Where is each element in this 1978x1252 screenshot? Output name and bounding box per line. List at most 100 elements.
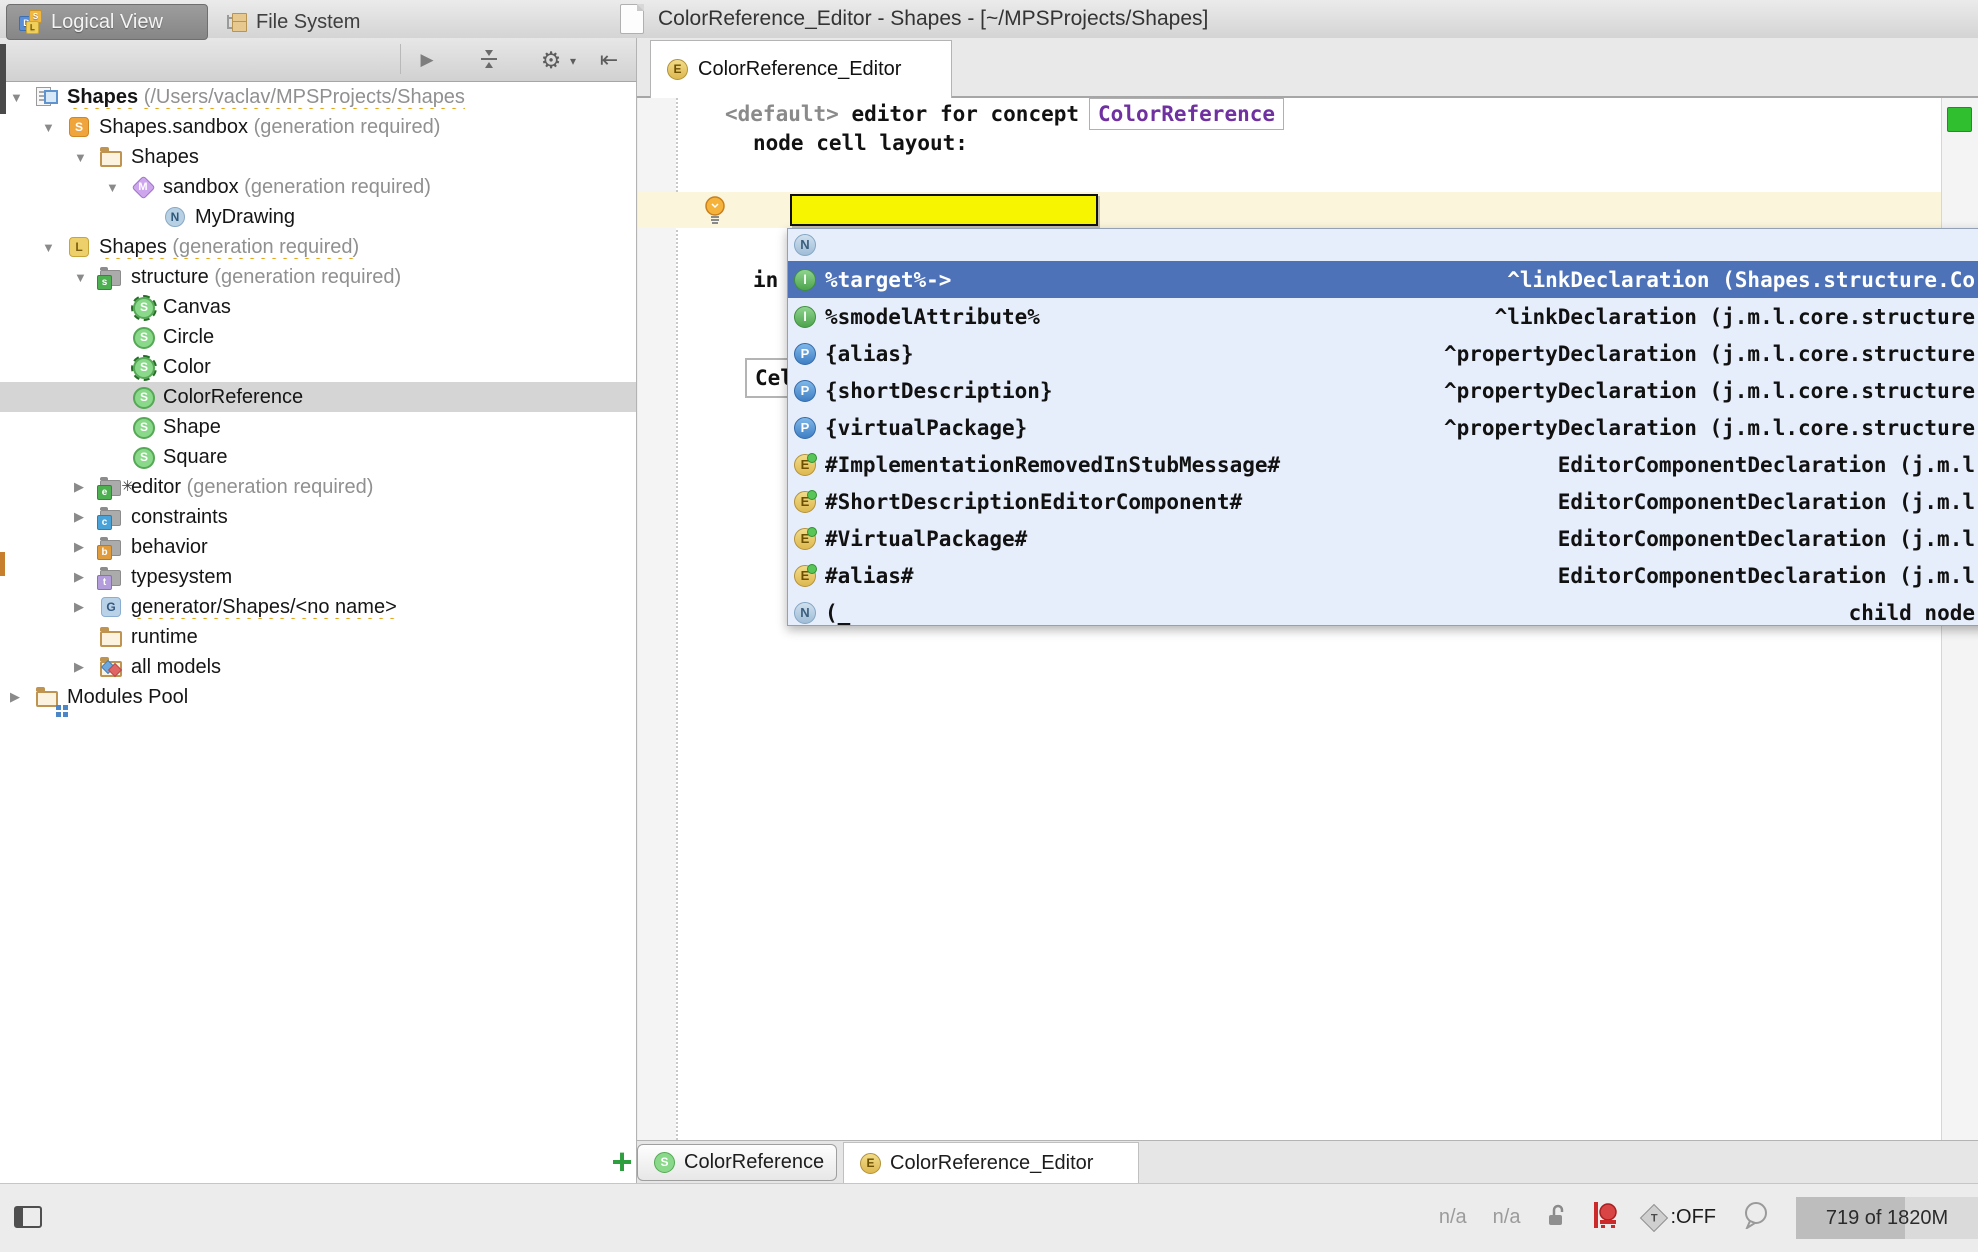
concept-ringed-icon: S — [132, 296, 154, 318]
completion-item[interactable]: E#ShortDescriptionEditorComponent#Editor… — [788, 483, 1978, 520]
completion-item-label: (_ — [825, 601, 850, 625]
completion-item-type: ^propertyDeclaration (j.m.l.core.structu… — [1444, 416, 1975, 440]
tree-row-label: sandbox — [163, 176, 239, 198]
folder-models-icon — [100, 656, 122, 678]
tree-row[interactable]: ▶ Modules Pool — [0, 682, 636, 712]
tree-row-text: Color — [163, 356, 211, 379]
collapse-all-icon[interactable] — [478, 48, 500, 75]
tree-row-label: Shapes — [131, 146, 199, 168]
status-position-na: n/a — [1439, 1206, 1467, 1229]
tree-expand-arrow[interactable]: ▶ — [72, 479, 100, 495]
tree-row[interactable]: SColorReference — [0, 382, 636, 412]
tree-row[interactable]: ▶ttypesystem — [0, 562, 636, 592]
logical-view-icon: D S L — [19, 10, 43, 34]
tree-row-text: all models — [131, 656, 221, 679]
tree-row[interactable]: SColor — [0, 352, 636, 382]
hector-inspections-icon[interactable] — [1592, 1200, 1618, 1235]
tree-expand-arrow[interactable]: ▶ — [72, 659, 100, 675]
tree-row[interactable]: ▶Ggenerator/Shapes/<no name> — [0, 592, 636, 622]
completion-item[interactable]: E#VirtualPackage#EditorComponentDeclarat… — [788, 520, 1978, 557]
completion-item[interactable]: l%smodelAttribute%^linkDeclaration (j.m.… — [788, 298, 1978, 335]
t-diamond-icon: T — [1640, 1203, 1668, 1231]
tree-row-text: structure (generation required) — [131, 266, 401, 289]
gear-dropdown-icon[interactable]: ▾ — [566, 44, 580, 78]
completion-item[interactable]: E#ImplementationRemovedInStubMessage#Edi… — [788, 446, 1978, 483]
memory-indicator[interactable]: 719 of 1820M — [1796, 1197, 1978, 1239]
completion-item[interactable]: P{alias}^propertyDeclaration (j.m.l.core… — [788, 335, 1978, 372]
completion-item[interactable]: N(_child node — [788, 594, 1978, 626]
completion-item[interactable]: N — [788, 229, 1978, 261]
tree-row[interactable]: SCircle — [0, 322, 636, 352]
tree-row[interactable]: ▼s structure (generation required) — [0, 262, 636, 292]
tree-row[interactable]: ▼Msandbox (generation required) — [0, 172, 636, 202]
tree-expand-arrow[interactable]: ▼ — [8, 90, 36, 105]
completion-item[interactable]: P{shortDescription}^propertyDeclaration … — [788, 372, 1978, 409]
tree-row-text: sandbox (generation required) — [163, 176, 431, 199]
tree-row[interactable]: ▶cconstraints — [0, 502, 636, 532]
tree-row[interactable]: ▶ all models — [0, 652, 636, 682]
tree-expand-arrow[interactable]: ▶ — [72, 509, 100, 525]
intention-bulb-icon[interactable] — [702, 195, 728, 230]
tree-row[interactable]: ▶bbehavior — [0, 532, 636, 562]
tree-row[interactable]: NMyDrawing — [0, 202, 636, 232]
tree-row-suffix: (generation required) — [167, 236, 359, 258]
completion-item-label: #VirtualPackage# — [825, 527, 1027, 551]
tree-row[interactable]: runtime — [0, 622, 636, 652]
tree-row-label: Modules Pool — [67, 686, 188, 708]
tree-expand-arrow[interactable]: ▶ — [72, 539, 100, 555]
completion-item[interactable]: P{virtualPackage}^propertyDeclaration (j… — [788, 409, 1978, 446]
bottom-tab-colorreference[interactable]: S ColorReference — [637, 1144, 837, 1181]
toolwindow-stripe-notch — [0, 44, 6, 114]
editor-tab-colorreference-editor[interactable]: E ColorReference_Editor — [650, 40, 952, 98]
editor-component-icon: E — [794, 454, 816, 476]
analysis-ok-indicator — [1947, 107, 1972, 132]
editing-cell[interactable] — [790, 194, 1098, 226]
tree-row[interactable]: ▼Shapes (/Users/vaclav/MPSProjects/Shape… — [0, 82, 636, 112]
editor-bottom-tab-strip: S ColorReference E ColorReference_Editor — [637, 1140, 1978, 1183]
completion-popup: Nl%target%->^linkDeclaration (Shapes.str… — [787, 228, 1978, 626]
tree-expand-arrow[interactable]: ▶ — [72, 599, 100, 615]
tree-expand-arrow[interactable]: ▼ — [72, 150, 100, 165]
link-icon: l — [794, 306, 816, 328]
tree-expand-arrow[interactable]: ▶ — [8, 689, 36, 705]
lock-icon[interactable] — [1546, 1203, 1566, 1232]
hide-toolwindow-icon[interactable]: ⇤ — [594, 42, 624, 78]
tree-row[interactable]: SSquare — [0, 442, 636, 472]
completion-item-label: #ShortDescriptionEditorComponent# — [825, 490, 1242, 514]
tree-expand-arrow[interactable]: ▼ — [40, 120, 68, 135]
tree-expand-arrow[interactable]: ▼ — [40, 240, 68, 255]
document-icon — [620, 4, 644, 34]
tree-row[interactable]: ▼LShapes (generation required) — [0, 232, 636, 262]
tree-row-text: Modules Pool — [67, 686, 188, 709]
concept-reference[interactable]: ColorReference — [1089, 98, 1284, 130]
gear-icon[interactable]: ⚙ — [536, 42, 566, 78]
toolwindow-toggle-icon[interactable] — [14, 1206, 42, 1228]
completion-item-type: ^propertyDeclaration (j.m.l.core.structu… — [1444, 342, 1975, 366]
tab-file-system[interactable]: File System — [212, 4, 396, 40]
editor-gutter — [638, 98, 676, 1140]
tree-row[interactable]: ▶e✳editor (generation required) — [0, 472, 636, 502]
add-tab-button[interactable]: + — [604, 1142, 640, 1182]
tree-expand-arrow[interactable]: ▼ — [72, 270, 100, 285]
completion-item-type: ^propertyDeclaration (j.m.l.core.structu… — [1444, 379, 1975, 403]
editor-component-icon: E — [794, 528, 816, 550]
migration-off-widget[interactable]: T :OFF — [1644, 1206, 1716, 1229]
tree-row[interactable]: ▼SShapes.sandbox (generation required) — [0, 112, 636, 142]
concept-icon: S — [654, 1152, 675, 1173]
model-structure-icon: s — [100, 266, 122, 288]
expand-node-icon[interactable]: ▶ — [414, 44, 440, 76]
completion-item[interactable]: E#alias#EditorComponentDeclaration (j.m.… — [788, 557, 1978, 594]
tree-expand-arrow[interactable]: ▶ — [72, 569, 100, 585]
completion-item[interactable]: l%target%->^linkDeclaration (Shapes.stru… — [788, 261, 1978, 298]
tree-row-label: structure — [131, 266, 209, 288]
tab-logical-view[interactable]: D S L Logical View — [6, 4, 208, 40]
toolwindow-stripe-mark — [0, 552, 5, 576]
bottom-tab-colorreference-editor[interactable]: E ColorReference_Editor — [843, 1142, 1139, 1184]
completion-item-label: {alias} — [825, 342, 914, 366]
feedback-bubble-icon[interactable] — [1742, 1201, 1770, 1234]
tree-row[interactable]: SCanvas — [0, 292, 636, 322]
tree-row[interactable]: SShape — [0, 412, 636, 442]
tree-expand-arrow[interactable]: ▼ — [104, 180, 132, 195]
tree-row-text: runtime — [131, 626, 198, 649]
tree-row[interactable]: ▼ Shapes — [0, 142, 636, 172]
